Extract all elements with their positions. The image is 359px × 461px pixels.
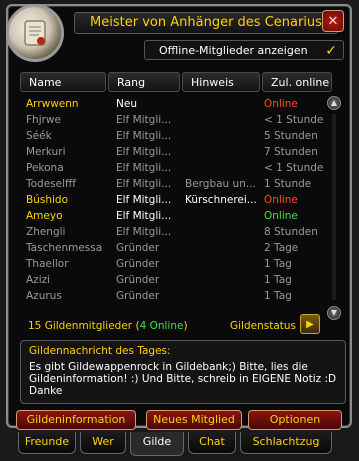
tab-who[interactable]: Wer (80, 432, 126, 454)
new-member-button[interactable]: Neues Mitglied (146, 410, 242, 430)
member-count-prefix: 15 Gildenmitglieder ( (28, 320, 140, 332)
member-last-online: 2 Tage (264, 242, 299, 254)
member-rank: Gründer (116, 258, 160, 270)
column-header-note[interactable]: Hinweis (182, 72, 260, 92)
member-last-online: 1 Tag (264, 290, 292, 302)
member-row[interactable]: Pekona Elf Mitgli... < 1 Stunde (20, 160, 326, 176)
message-of-the-day: Gildennachricht des Tages: Es gibt Gilde… (20, 340, 346, 404)
scroll-down-icon[interactable]: ▼ (327, 306, 341, 320)
column-header-last-online[interactable]: Zul. online (262, 72, 332, 92)
member-name: Thaellor (26, 258, 69, 270)
member-rank: Elf Mitgli... (116, 178, 172, 190)
member-rank: Gründer (116, 290, 160, 302)
member-rank: Gründer (116, 242, 160, 254)
options-button[interactable]: Optionen (248, 410, 342, 430)
member-row[interactable]: Azizi Gründer 1 Tag (20, 272, 326, 288)
member-last-online: 5 Stunden (264, 130, 318, 142)
member-name: Búshido (26, 194, 68, 206)
member-name: Zhengli (26, 226, 66, 238)
member-rank: Elf Mitgli... (116, 130, 172, 142)
member-count-suffix: ) (183, 320, 188, 332)
guild-status-label: Gildenstatus (230, 320, 297, 332)
member-last-online: 8 Stunden (264, 226, 318, 238)
member-name: Arrwwenn (26, 98, 79, 110)
member-name: Ameyo (26, 210, 63, 222)
member-rank: Elf Mitgli... (116, 146, 172, 158)
member-name: Merkuri (26, 146, 66, 158)
member-list-scrollbar[interactable]: ▲ ▼ (327, 96, 341, 322)
member-note: Bergbau un... (185, 178, 256, 190)
scroll-track[interactable] (332, 114, 336, 300)
member-rank: Elf Mitgli... (116, 226, 172, 238)
window-title: Meister von Anhänger des Cenarius (74, 12, 338, 34)
member-last-online: 1 Tag (264, 274, 292, 286)
guild-status-arrow-button[interactable]: ▶ (300, 314, 320, 334)
member-row[interactable]: Ameyo Elf Mitgli... Online (20, 208, 326, 224)
guild-info-button[interactable]: Gildeninformation (16, 410, 136, 430)
member-last-online: Online (264, 98, 298, 110)
member-rank: Elf Mitgli... (116, 194, 172, 206)
member-rank: Gründer (116, 274, 160, 286)
motd-text: Es gibt Gildewappenrock in Gildebank;) B… (29, 361, 337, 397)
member-row[interactable]: Séék Elf Mitgli... 5 Stunden (20, 128, 326, 144)
member-last-online: 1 Stunde (264, 178, 312, 190)
member-last-online: Online (264, 210, 298, 222)
tab-friends[interactable]: Freunde (18, 432, 76, 454)
member-row[interactable]: Thaellor Gründer 1 Tag (20, 256, 326, 272)
checkmark-icon: ✓ (325, 43, 337, 59)
member-row[interactable]: Taschenmessa Gründer 2 Tage (20, 240, 326, 256)
offline-members-toggle[interactable]: Offline-Mitglieder anzeigen ✓ (144, 40, 344, 60)
online-count: 4 Online (139, 320, 184, 332)
member-rank: Elf Mitgli... (116, 162, 172, 174)
member-name: Azurus (26, 290, 62, 302)
member-row[interactable]: Búshido Elf Mitgli... Kürschnerei... Online (20, 192, 326, 208)
member-name: Fhjrwe (26, 114, 61, 126)
scroll-up-icon[interactable]: ▲ (327, 96, 341, 110)
member-last-online: 7 Stunden (264, 146, 318, 158)
close-button[interactable]: ✕ (322, 10, 344, 32)
tab-raid[interactable]: Schlachtzug (240, 432, 332, 454)
member-name: Pekona (26, 162, 64, 174)
member-last-online: < 1 Stunde (264, 114, 324, 126)
member-name: Azizi (26, 274, 51, 286)
member-name: Taschenmessa (26, 242, 103, 254)
guild-window: Meister von Anhänger des Cenarius ✕ Offl… (6, 4, 352, 430)
member-count: 15 Gildenmitglieder (4 Online) (28, 320, 188, 332)
member-rank: Elf Mitgli... (116, 114, 172, 126)
member-name: Séék (26, 130, 52, 142)
member-row[interactable]: Merkuri Elf Mitgli... 7 Stunden (20, 144, 326, 160)
tab-guild[interactable]: Gilde (130, 432, 184, 456)
member-note: Kürschnerei... (185, 194, 257, 206)
member-list: Arrwwenn Neu Online Fhjrwe Elf Mitgli... < 1 … (20, 96, 326, 304)
tab-chat[interactable]: Chat (188, 432, 236, 454)
member-rank: Neu (116, 98, 137, 110)
member-rank: Elf Mitgli... (116, 210, 172, 222)
member-last-online: < 1 Stunde (264, 162, 324, 174)
column-header-rank[interactable]: Rang (108, 72, 180, 92)
member-row[interactable]: Arrwwenn Neu Online (20, 96, 326, 112)
column-header-name[interactable]: Name (20, 72, 106, 92)
member-row[interactable]: Fhjrwe Elf Mitgli... < 1 Stunde (20, 112, 326, 128)
member-last-online: 1 Tag (264, 258, 292, 270)
member-row[interactable]: Zhengli Elf Mitgli... 8 Stunden (20, 224, 326, 240)
motd-title: Gildennachricht des Tages: (29, 345, 171, 357)
member-name: Todeselfff (26, 178, 76, 190)
offline-toggle-label: Offline-Mitglieder anzeigen (159, 44, 308, 57)
member-last-online: Online (264, 194, 298, 206)
member-row[interactable]: Todeselfff Elf Mitgli... Bergbau un... 1 St… (20, 176, 326, 192)
guild-scroll-icon (6, 4, 64, 62)
member-row[interactable]: Azurus Gründer 1 Tag (20, 288, 326, 304)
